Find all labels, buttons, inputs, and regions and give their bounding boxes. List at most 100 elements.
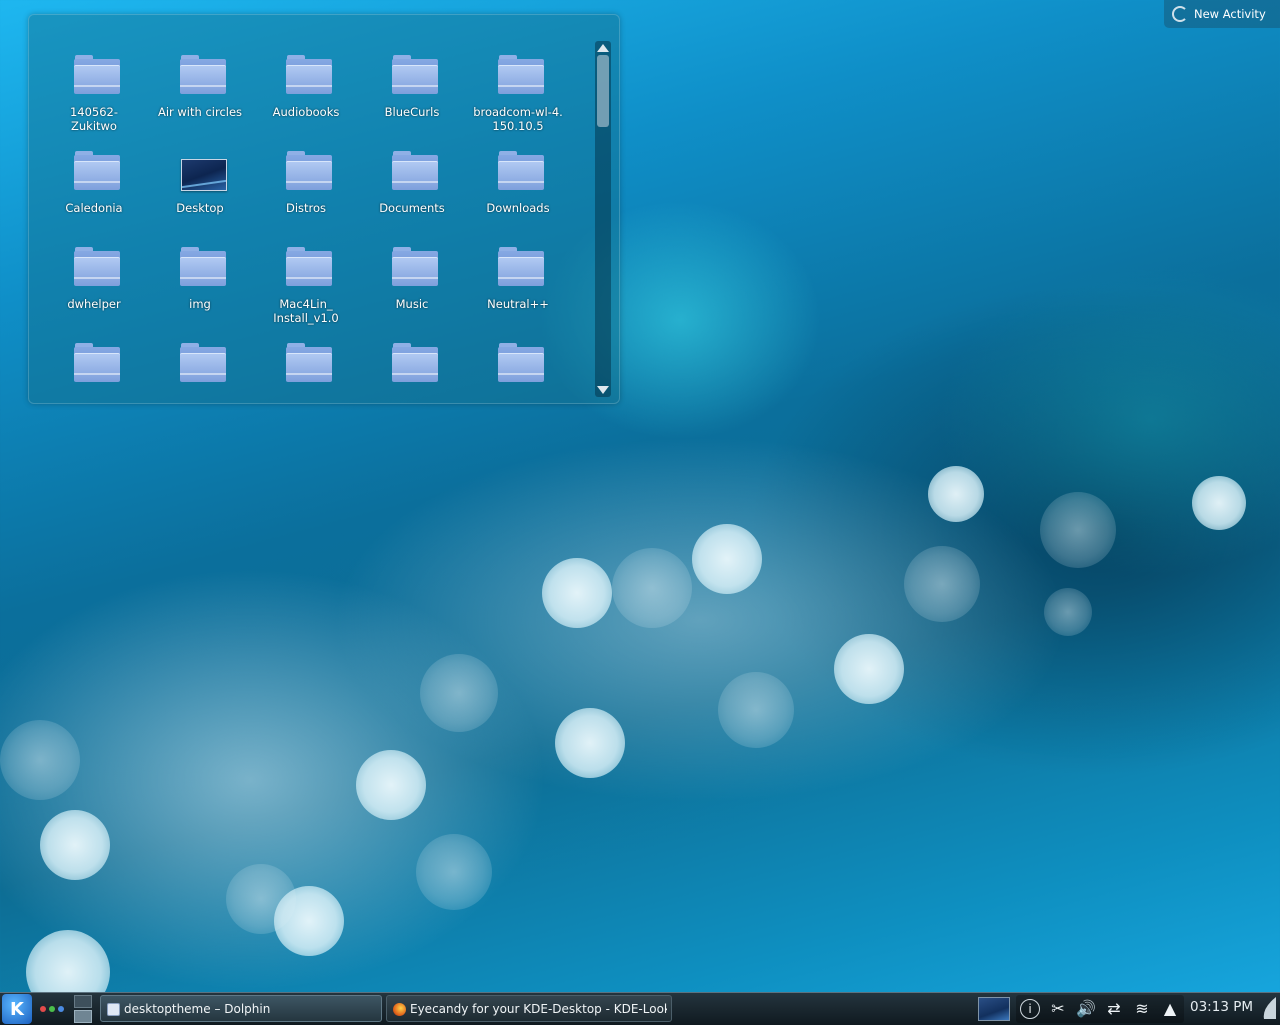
- new-activity-label: New Activity: [1194, 7, 1266, 21]
- folder-item[interactable]: [41, 341, 147, 399]
- folder-icon: [392, 247, 438, 287]
- scrollbar-thumb[interactable]: [597, 55, 609, 127]
- folder-item[interactable]: Downloads: [465, 149, 571, 239]
- system-tray: i ✂ 🔊 ⇄ ≋ ▲: [1016, 995, 1184, 1023]
- folder-view-widget[interactable]: 140562- Zukitwo Air with circles Audiobook…: [28, 14, 620, 404]
- wallpaper-bokeh: [555, 708, 625, 778]
- folder-item-label: img: [189, 297, 211, 311]
- folder-item-label: Distros: [285, 201, 327, 215]
- folder-item[interactable]: Distros: [253, 149, 359, 239]
- taskbar-item-label: Eyecandy for your KDE-Desktop - KDE-Look…: [410, 1002, 667, 1016]
- wallpaper-bokeh: [1192, 476, 1246, 530]
- new-activity-button[interactable]: New Activity: [1164, 0, 1280, 28]
- folder-item[interactable]: Music: [359, 245, 465, 335]
- folder-icon: [498, 151, 544, 191]
- folder-icon: [180, 343, 226, 383]
- folder-item-label: Air with circles: [157, 105, 243, 119]
- folder-icon: [74, 247, 120, 287]
- folder-item-label: Music: [395, 297, 429, 311]
- taskbar-item-firefox[interactable]: Eyecandy for your KDE-Desktop - KDE-Look…: [386, 995, 672, 1022]
- folder-item[interactable]: img: [147, 245, 253, 335]
- folder-item[interactable]: Desktop: [147, 149, 253, 239]
- folder-item[interactable]: Neutral++: [465, 245, 571, 335]
- folder-icon: [286, 151, 332, 191]
- folder-icon: [392, 55, 438, 95]
- wallpaper-bokeh: [542, 558, 612, 628]
- folder-item-label: broadcom-wl-4. 150.10.5: [473, 105, 563, 133]
- folder-item[interactable]: 140562- Zukitwo: [41, 53, 147, 143]
- pager-desktop-1[interactable]: [74, 995, 92, 1008]
- folder-item[interactable]: dwhelper: [41, 245, 147, 335]
- taskbar-item-dolphin[interactable]: desktoptheme – Dolphin: [100, 995, 382, 1022]
- folder-item[interactable]: Documents: [359, 149, 465, 239]
- info-icon[interactable]: i: [1020, 999, 1040, 1019]
- folder-item[interactable]: [253, 341, 359, 399]
- folder-item-label: 140562- Zukitwo: [69, 105, 119, 133]
- folder-item-label: Neutral++: [487, 297, 549, 311]
- folder-icon: [286, 55, 332, 95]
- folder-icon: [180, 55, 226, 95]
- klipper-scissors-icon[interactable]: ✂: [1048, 999, 1068, 1019]
- scroll-up-arrow-icon[interactable]: [597, 44, 609, 52]
- network-icon[interactable]: ⇄: [1104, 999, 1124, 1019]
- folder-item[interactable]: BlueCurls: [359, 53, 465, 143]
- kde-logo-icon: K: [10, 999, 24, 1020]
- folder-icon: [74, 343, 120, 383]
- wallpaper-bokeh: [40, 810, 110, 880]
- folder-icon: [392, 343, 438, 383]
- folder-item[interactable]: [147, 341, 253, 399]
- folder-icon: [498, 55, 544, 95]
- folder-item-label: Audiobooks: [272, 105, 340, 119]
- folder-icon: [498, 343, 544, 383]
- wifi-icon[interactable]: ≋: [1132, 999, 1152, 1019]
- folder-item-label: Downloads: [486, 201, 550, 215]
- folder-item[interactable]: Air with circles: [147, 53, 253, 143]
- activity-icon: [1172, 6, 1188, 22]
- wallpaper-bokeh: [1040, 492, 1116, 568]
- wallpaper-bokeh: [928, 466, 984, 522]
- desktop-thumbnail-icon[interactable]: [978, 997, 1010, 1021]
- folder-item-label: Desktop: [176, 201, 224, 215]
- panel-clock[interactable]: 03:13 PM: [1190, 999, 1253, 1015]
- folder-item[interactable]: Caledonia: [41, 149, 147, 239]
- kde-menu-button[interactable]: K: [2, 994, 32, 1024]
- expand-arrow-icon[interactable]: ▲: [1160, 999, 1180, 1019]
- wallpaper-bokeh: [718, 672, 794, 748]
- panel-toolbox-icon[interactable]: [1262, 997, 1276, 1019]
- firefox-icon: [393, 1003, 406, 1016]
- folder-item[interactable]: Mac4Lin_ Install_v1.0: [253, 245, 359, 335]
- show-desktop-dots-icon[interactable]: [40, 1006, 66, 1012]
- folder-item[interactable]: broadcom-wl-4. 150.10.5: [465, 53, 571, 143]
- wallpaper-bokeh: [904, 546, 980, 622]
- desktop-pager[interactable]: [74, 995, 92, 1023]
- pager-desktop-2[interactable]: [74, 1010, 92, 1023]
- wallpaper-bokeh: [274, 886, 344, 956]
- desktop-icon: [181, 159, 227, 191]
- wallpaper-bokeh: [226, 864, 296, 934]
- wallpaper-bokeh: [1044, 588, 1092, 636]
- folder-item-label: Caledonia: [65, 201, 123, 215]
- wallpaper-bokeh: [416, 834, 492, 910]
- folder-item-label: dwhelper: [67, 297, 121, 311]
- wallpaper-bokeh: [692, 524, 762, 594]
- folder-icon: [498, 247, 544, 287]
- folder-view-scrollbar[interactable]: [595, 41, 611, 397]
- scroll-down-arrow-icon[interactable]: [597, 386, 609, 394]
- bottom-panel: K desktoptheme – Dolphin Eyecandy for yo…: [0, 992, 1280, 1025]
- folder-view-grid: 140562- Zukitwo Air with circles Audiobook…: [41, 53, 601, 399]
- volume-icon[interactable]: 🔊: [1076, 999, 1096, 1019]
- taskbar-item-label: desktoptheme – Dolphin: [124, 1002, 271, 1016]
- wallpaper-bokeh: [612, 548, 692, 628]
- folder-icon: [286, 247, 332, 287]
- folder-item-label: BlueCurls: [384, 105, 440, 119]
- wallpaper-bokeh: [356, 750, 426, 820]
- folder-icon: [74, 151, 120, 191]
- folder-item-label: Mac4Lin_ Install_v1.0: [273, 297, 339, 325]
- wallpaper-bokeh: [0, 720, 80, 800]
- folder-item[interactable]: [359, 341, 465, 399]
- folder-item[interactable]: Audiobooks: [253, 53, 359, 143]
- folder-icon: [392, 151, 438, 191]
- wallpaper-bokeh: [420, 654, 498, 732]
- folder-item[interactable]: [465, 341, 571, 399]
- folder-icon: [180, 247, 226, 287]
